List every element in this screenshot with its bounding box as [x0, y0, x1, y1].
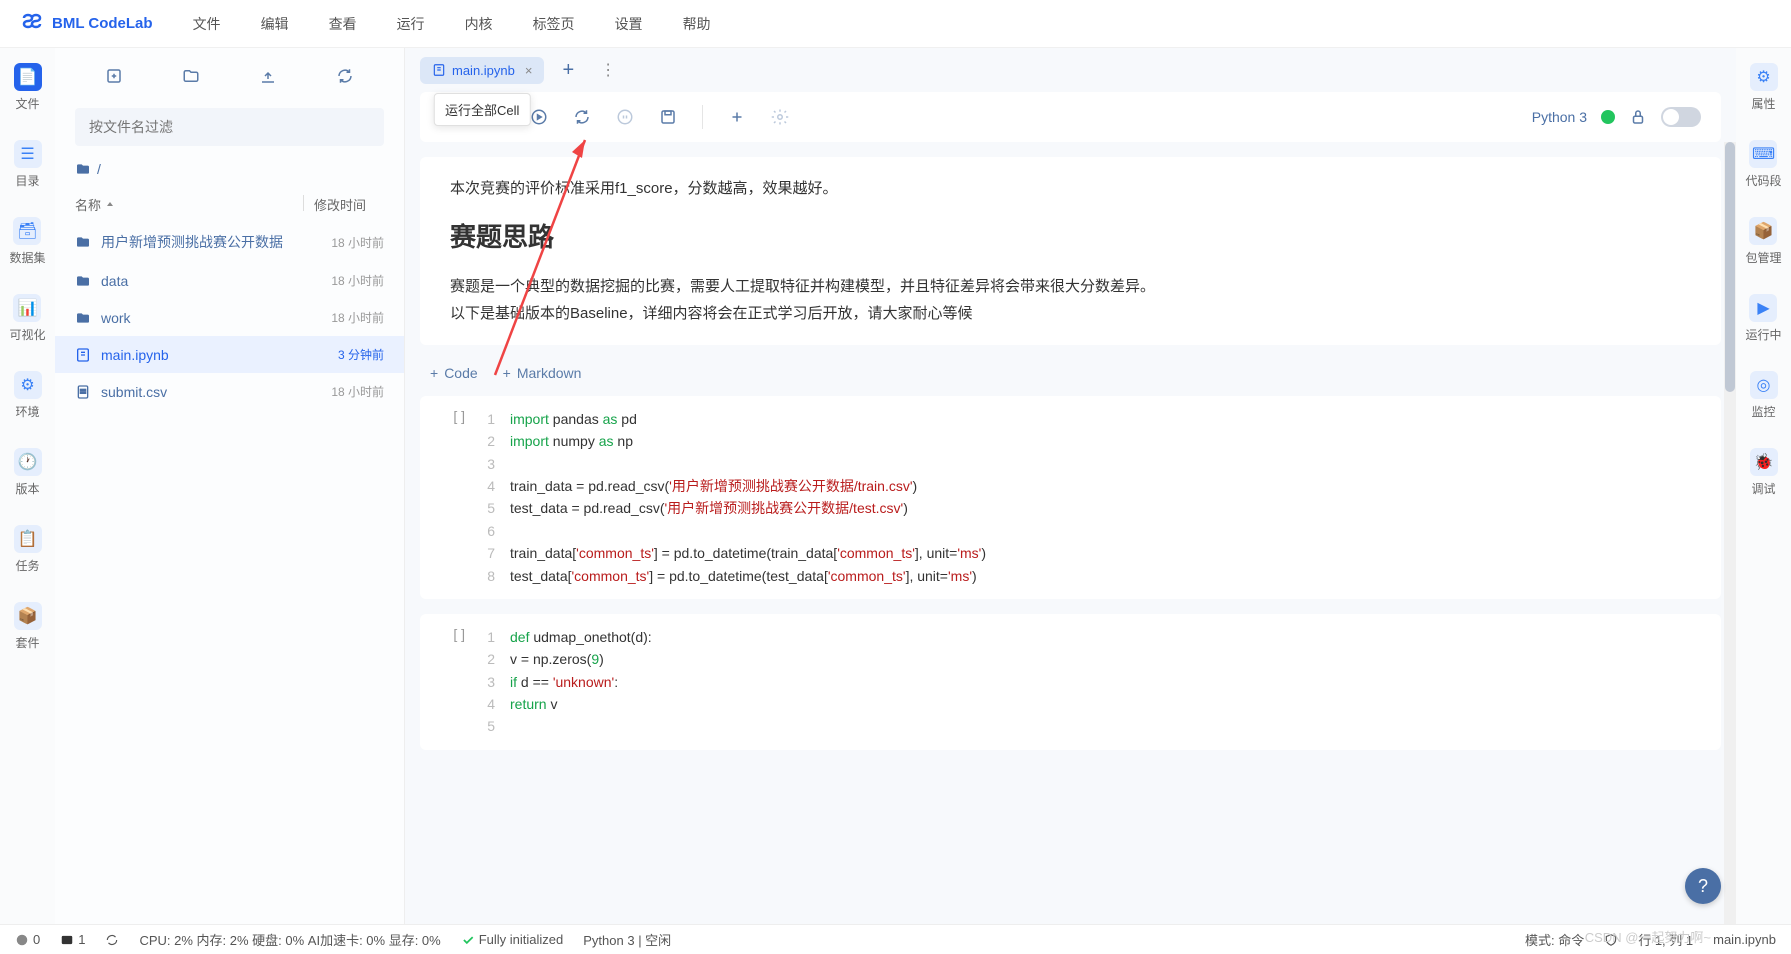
file-panel: / 名称 修改时间 用户新增预测挑战赛公开数据18 小时前data18 小时前w… [55, 48, 405, 924]
notebook-area: main.ipynb × 运行全部Cell + ⋮ Python 3 [405, 48, 1736, 924]
right-sidebar: ⚙属性 ⌨代码段 📦包管理 ▶运行中 ◎监控 🐞调试 [1736, 48, 1791, 924]
new-file-icon[interactable] [105, 67, 123, 85]
file-row[interactable]: work18 小时前 [55, 299, 404, 336]
file-row[interactable]: 用户新增预测挑战赛公开数据18 小时前 [55, 222, 404, 262]
status-terminal-count[interactable]: 1 [60, 932, 85, 947]
close-icon[interactable]: × [525, 63, 533, 78]
tab-bar: main.ipynb × 运行全部Cell + ⋮ [405, 48, 1736, 92]
menu-编辑[interactable]: 编辑 [261, 14, 289, 34]
add-markdown-button[interactable]: + Markdown [503, 365, 582, 381]
kernel-name[interactable]: Python 3 [1532, 109, 1587, 125]
logo-icon [20, 12, 44, 36]
notebook-toolbar: Python 3 [420, 92, 1721, 142]
file-row[interactable]: data18 小时前 [55, 262, 404, 299]
code-cell-2[interactable]: [ ] 1def udmap_onethot(d):2 v = np.zeros… [420, 614, 1721, 750]
col-name-header[interactable]: 名称 [75, 195, 101, 214]
rail-代码段[interactable]: ⌨代码段 [1745, 140, 1781, 189]
rail-目录[interactable]: ☰目录 [14, 140, 42, 189]
status-sync-icon[interactable] [105, 933, 119, 947]
notebook-icon [432, 63, 446, 77]
current-file[interactable]: main.ipynb [1713, 932, 1776, 947]
file-filter-input[interactable] [75, 108, 384, 146]
rail-套件[interactable]: 📦套件 [14, 602, 42, 651]
left-sidebar: 📄文件 ☰目录 🗃数据集 📊可视化 ⚙环境 🕐版本 📋任务 📦套件 [0, 48, 55, 924]
scrollbar[interactable] [1724, 142, 1736, 924]
mode-toggle[interactable] [1661, 107, 1701, 127]
file-toolbar [55, 48, 404, 103]
settings-icon[interactable] [771, 108, 789, 126]
rail-运行中[interactable]: ▶运行中 [1745, 294, 1781, 343]
menu-标签页[interactable]: 标签页 [533, 14, 575, 34]
markdown-cell[interactable]: 本次竞赛的评价标准采用f1_score，分数越高，效果越好。 赛题思路 赛题是一… [420, 157, 1721, 345]
menu-帮助[interactable]: 帮助 [683, 14, 711, 34]
folder-icon [75, 234, 91, 250]
menu-运行[interactable]: 运行 [397, 14, 425, 34]
tab-menu-icon[interactable]: ⋮ [592, 60, 624, 80]
rail-版本[interactable]: 🕐版本 [14, 448, 42, 497]
editor-mode[interactable]: 模式: 命令 [1525, 930, 1584, 949]
code-cell-1[interactable]: [ ] 1import pandas as pd2import numpy as… [420, 396, 1721, 599]
cell-prompt: [ ] [435, 626, 465, 738]
interrupt-icon[interactable] [616, 108, 634, 126]
menu-查看[interactable]: 查看 [329, 14, 357, 34]
upload-icon[interactable] [259, 67, 277, 85]
sort-asc-icon[interactable] [105, 200, 115, 210]
menu-文件[interactable]: 文件 [193, 14, 221, 34]
heading-topic: 赛题思路 [450, 214, 1691, 261]
app-name: BML CodeLab [52, 15, 153, 32]
lock-icon[interactable] [1629, 108, 1647, 126]
restart-icon[interactable] [573, 108, 591, 126]
app-logo[interactable]: BML CodeLab [20, 12, 153, 36]
add-code-button[interactable]: + Code [430, 365, 478, 381]
folder-icon [75, 310, 91, 326]
add-tab-button[interactable]: + [554, 59, 582, 82]
rail-调试[interactable]: 🐞调试 [1750, 448, 1778, 497]
file-row[interactable]: main.ipynb3 分钟前 [55, 336, 404, 373]
shield-icon [1604, 933, 1618, 947]
ipynb-icon [75, 347, 91, 363]
rail-任务[interactable]: 📋任务 [14, 525, 42, 574]
breadcrumb[interactable]: / [55, 156, 404, 187]
cell-prompt: [ ] [435, 408, 465, 587]
rail-属性[interactable]: ⚙属性 [1750, 63, 1778, 112]
help-button[interactable]: ? [1685, 868, 1721, 904]
menu-设置[interactable]: 设置 [615, 14, 643, 34]
file-row[interactable]: submit.csv18 小时前 [55, 373, 404, 410]
save-icon[interactable] [659, 108, 677, 126]
top-menu-bar: BML CodeLab 文件 编辑 查看 运行 内核 标签页 设置 帮助 [0, 0, 1791, 48]
run-all-tooltip: 运行全部Cell [434, 93, 530, 126]
kernel-status[interactable]: Python 3 | 空闲 [583, 930, 671, 949]
init-status[interactable]: Fully initialized [461, 932, 564, 947]
status-bar: 0 1 CPU: 2% 内存: 2% 硬盘: 0% AI加速卡: 0% 显存: … [0, 924, 1791, 954]
kernel-status-dot [1601, 110, 1615, 124]
rail-环境[interactable]: ⚙环境 [14, 371, 42, 420]
rail-数据集[interactable]: 🗃数据集 [9, 217, 45, 266]
rail-文件[interactable]: 📄文件 [14, 63, 42, 112]
folder-icon [75, 161, 91, 177]
file-icon [75, 384, 91, 400]
new-folder-icon[interactable] [182, 67, 200, 85]
col-time-header[interactable]: 修改时间 [314, 195, 384, 214]
refresh-icon[interactable] [336, 67, 354, 85]
status-count-0[interactable]: 0 [15, 932, 40, 947]
rail-包管理[interactable]: 📦包管理 [1745, 217, 1781, 266]
folder-icon [75, 273, 91, 289]
cursor-position[interactable]: 行 1, 列 1 [1638, 930, 1693, 949]
tab-main-ipynb[interactable]: main.ipynb × 运行全部Cell [420, 57, 544, 84]
resource-usage[interactable]: CPU: 2% 内存: 2% 硬盘: 0% AI加速卡: 0% 显存: 0% [139, 930, 440, 949]
menu-内核[interactable]: 内核 [465, 14, 493, 34]
rail-监控[interactable]: ◎监控 [1750, 371, 1778, 420]
add-cell-icon[interactable] [728, 108, 746, 126]
rail-可视化[interactable]: 📊可视化 [9, 294, 45, 343]
restart-run-icon[interactable] [530, 108, 548, 126]
